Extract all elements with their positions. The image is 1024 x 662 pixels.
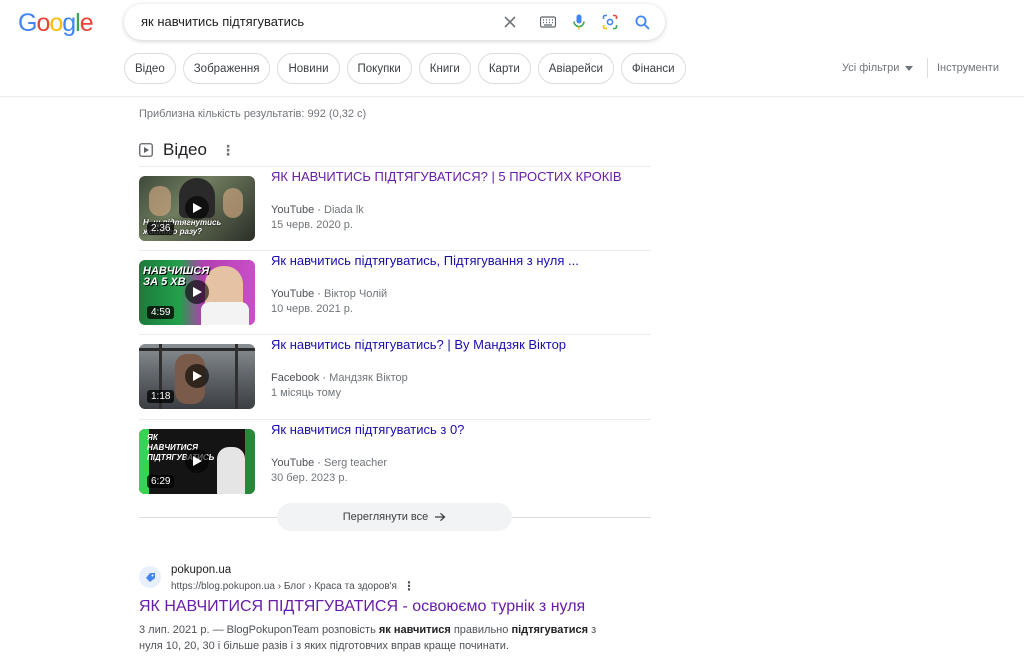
google-logo[interactable]: Google: [18, 9, 94, 38]
video-source: Facebook · Мандзяк Віктор: [271, 372, 408, 384]
snippet-text: правильно: [450, 624, 512, 636]
divider: [139, 250, 651, 251]
more-options-icon[interactable]: ⋮: [221, 143, 235, 157]
divider: [139, 419, 651, 420]
video-channel: Мандзяк Віктор: [329, 372, 408, 384]
site-name[interactable]: pokupon.ua: [171, 564, 231, 576]
video-source: YouTube · Serg teacher: [271, 457, 387, 469]
microphone-icon[interactable]: [570, 13, 588, 31]
divider: [139, 166, 651, 167]
chip-video[interactable]: Відео: [124, 53, 176, 84]
chip-flights[interactable]: Авіарейси: [537, 53, 614, 84]
play-icon: [185, 364, 209, 388]
video-section-title: Відео: [163, 140, 207, 159]
video-thumbnail[interactable]: НАВЧИШСЯ ЗА 5 ХВ 4:59: [139, 260, 255, 325]
video-duration: 2:36: [147, 222, 175, 235]
all-filters-button[interactable]: Усі фільтри: [842, 62, 914, 74]
video-source: YouTube · Diada lk: [271, 204, 364, 216]
video-platform: YouTube: [271, 204, 315, 216]
search-box[interactable]: як навчитись підтягуватись: [124, 4, 665, 40]
video-icon: [139, 143, 153, 157]
result-menu-icon[interactable]: ⋮: [403, 579, 415, 593]
result-title[interactable]: ЯК НАВЧИТИСЯ ПІДТЯГУВАТИСЯ - освоюємо ту…: [139, 598, 585, 616]
video-date: 30 бер. 2023 р.: [271, 472, 348, 484]
snippet-text: — BlogPokuponTeam розповість: [209, 624, 379, 636]
snippet-highlight: підтягуватися: [511, 624, 589, 636]
divider: [139, 334, 651, 335]
play-icon: [185, 280, 209, 304]
chip-images[interactable]: Зображення: [182, 53, 271, 84]
video-source: YouTube · Віктор Чолій: [271, 288, 388, 300]
video-platform: YouTube: [271, 457, 315, 469]
clear-icon[interactable]: [501, 13, 519, 31]
video-channel: Diada lk: [324, 204, 364, 216]
video-result[interactable]: Н_ш підтягнутись жодного разу? 2:36 ЯК Н…: [139, 166, 651, 251]
video-section-header: Відео ⋮: [139, 140, 235, 160]
chip-maps[interactable]: Карти: [477, 53, 531, 84]
video-thumbnail[interactable]: Н_ш підтягнутись жодного разу? 2:36: [139, 176, 255, 241]
site-favicon[interactable]: [139, 566, 161, 588]
snippet-highlight: як навчитися: [378, 624, 451, 636]
view-all-label: Переглянути все: [342, 511, 429, 523]
header-divider: [0, 96, 1024, 97]
video-platform: Facebook: [271, 372, 320, 384]
video-duration: 4:59: [147, 306, 175, 319]
site-url-text: https://blog.pokupon.ua › Блог › Краса т…: [171, 580, 397, 592]
video-title[interactable]: Як навчитися підтягуватись з 0?: [271, 422, 464, 437]
filter-chips: Відео Зображення Новини Покупки Книги Ка…: [124, 53, 686, 84]
result-snippet: 3 лип. 2021 р. — BlogPokuponTeam розпові…: [139, 622, 609, 654]
result-stats: Приблизна кількість результатів: 992 (0,…: [139, 108, 367, 120]
chip-finance[interactable]: Фінанси: [620, 53, 686, 84]
video-channel: Serg teacher: [324, 457, 387, 469]
tools-button[interactable]: Інструменти: [937, 62, 999, 74]
play-icon: [185, 449, 209, 473]
arrow-right-icon: [435, 512, 446, 522]
video-date: 10 черв. 2021 р.: [271, 303, 353, 315]
play-icon: [185, 196, 209, 220]
chip-books[interactable]: Книги: [418, 53, 471, 84]
site-url: https://blog.pokupon.ua › Блог › Краса т…: [171, 579, 415, 593]
view-all-button[interactable]: Переглянути все: [277, 503, 512, 531]
video-channel: Віктор Чолій: [324, 288, 388, 300]
search-icon[interactable]: [633, 13, 651, 31]
chip-news[interactable]: Новини: [277, 53, 340, 84]
video-duration: 6:29: [147, 475, 175, 488]
tools-divider: [927, 58, 928, 78]
video-result[interactable]: ЯК НАВЧИТИСЯ ПІДТЯГУВАТИСЬ 6:29 Як навчи…: [139, 419, 651, 504]
video-title[interactable]: Як навчитись підтягуватись, Підтягування…: [271, 253, 579, 268]
video-result[interactable]: НАВЧИШСЯ ЗА 5 ХВ 4:59 Як навчитись підтя…: [139, 250, 651, 335]
video-title[interactable]: ЯК НАВЧИТИСЬ ПІДТЯГУВАТИСЯ? | 5 ПРОСТИХ …: [271, 169, 622, 184]
search-input[interactable]: як навчитись підтягуватись: [141, 14, 304, 29]
video-date: 1 місяць тому: [271, 387, 341, 399]
dropdown-arrow-icon: [905, 65, 914, 71]
video-thumbnail[interactable]: ЯК НАВЧИТИСЯ ПІДТЯГУВАТИСЬ 6:29: [139, 429, 255, 494]
video-result[interactable]: 1:18 Як навчитись підтягуватись? | By Ма…: [139, 334, 651, 419]
video-date: 15 черв. 2020 р.: [271, 219, 353, 231]
video-thumbnail[interactable]: 1:18: [139, 344, 255, 409]
video-title[interactable]: Як навчитись підтягуватись? | By Мандзяк…: [271, 337, 566, 352]
snippet-date: 3 лип. 2021 р.: [139, 624, 210, 636]
video-duration: 1:18: [147, 390, 175, 403]
google-lens-icon[interactable]: [601, 13, 619, 31]
keyboard-icon[interactable]: [539, 13, 557, 31]
all-filters-label: Усі фільтри: [842, 62, 900, 74]
video-platform: YouTube: [271, 288, 315, 300]
chip-shopping[interactable]: Покупки: [346, 53, 412, 84]
